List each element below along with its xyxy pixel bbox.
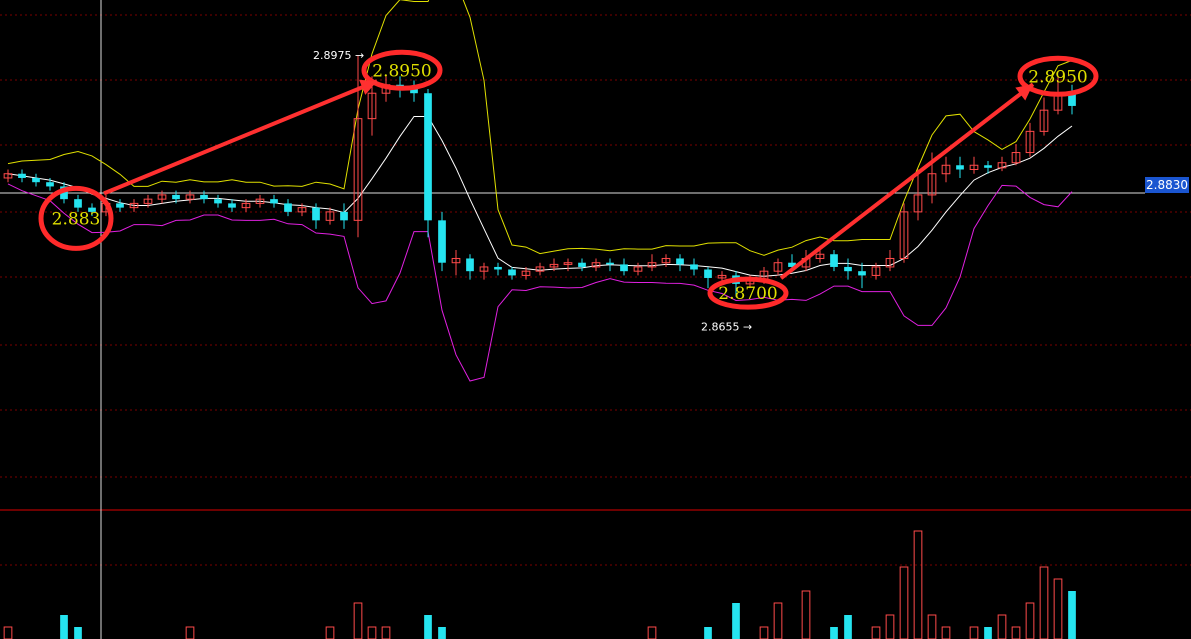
candle-body <box>74 199 82 208</box>
volume-bar <box>1011 626 1021 639</box>
volume-bar <box>913 530 923 639</box>
candle-body <box>620 264 628 272</box>
candlestick-chart: 2.883 2.8950 2.8700 2.8950 2.8975 → 2.8655 → <box>0 0 1191 639</box>
volume-bar <box>871 626 881 639</box>
annotation-label: 2.8950 <box>1028 67 1087 87</box>
candle-body <box>704 269 712 278</box>
volume-bar <box>367 626 377 639</box>
candle-body <box>340 211 348 221</box>
volume-bar <box>899 566 909 639</box>
volume-bar <box>759 626 769 639</box>
candle-body <box>956 165 964 170</box>
low-price-label: 2.8655 → <box>701 320 752 333</box>
volume-bar <box>984 627 992 639</box>
candle-body <box>830 254 838 267</box>
candle-body <box>284 203 292 212</box>
volume-bar <box>353 602 363 639</box>
volume-bar <box>438 627 446 639</box>
volume-bar <box>773 602 783 639</box>
volume-bar <box>927 614 937 639</box>
volume-bars <box>3 530 1076 639</box>
annotation-label: 2.883 <box>52 209 101 229</box>
candle-body <box>228 203 236 208</box>
volume-bar <box>997 614 1007 639</box>
volume-bar <box>801 590 811 639</box>
candle-body <box>32 177 40 183</box>
candle-body <box>858 271 866 276</box>
volume-bar <box>969 626 979 639</box>
volume-bar <box>185 626 195 639</box>
middle-ma-line <box>7 116 1073 277</box>
trend-arrow <box>779 82 1035 280</box>
candle-body <box>46 182 54 187</box>
volume-bar <box>60 615 68 639</box>
annotation-label: 2.8700 <box>718 284 777 304</box>
candle-body <box>424 93 432 221</box>
annotations: 2.883 2.8950 2.8700 2.8950 2.8975 → 2.8655 → <box>38 49 1099 333</box>
volume-bar <box>704 627 712 639</box>
candle-body <box>18 173 26 178</box>
candle-body <box>606 262 614 265</box>
volume-bar <box>1025 602 1035 639</box>
annotation-label: 2.8950 <box>372 61 431 81</box>
candle-body <box>312 207 320 221</box>
candle-body <box>116 203 124 208</box>
volume-bar <box>424 615 432 639</box>
volume-bar <box>1053 578 1063 639</box>
bollinger-bands <box>7 0 1073 382</box>
volume-bar <box>325 626 335 639</box>
volume-bar <box>1039 566 1049 639</box>
candle-body <box>270 199 278 204</box>
candle-body <box>984 165 992 168</box>
volume-bar <box>647 626 657 639</box>
volume-bar <box>885 614 895 639</box>
trend-arrow <box>103 79 378 196</box>
volume-bar <box>74 627 82 639</box>
candle-body <box>508 269 516 276</box>
candle-body <box>690 264 698 270</box>
lower-band-line <box>7 183 1073 382</box>
volume-bar <box>941 626 951 639</box>
candle-body <box>200 194 208 200</box>
high-price-label: 2.8975 → <box>313 49 364 62</box>
candle-body <box>844 266 852 272</box>
volume-bar <box>732 603 740 639</box>
candle-body <box>578 262 586 267</box>
upper-band-line <box>7 0 1073 256</box>
volume-bar <box>1068 591 1076 639</box>
candle-body <box>214 199 222 204</box>
volume-bar <box>844 615 852 639</box>
candle-body <box>466 258 474 272</box>
volume-bar <box>3 626 13 639</box>
candle-body <box>676 258 684 265</box>
candle-body <box>438 220 446 263</box>
current-price-label: 2.8830 <box>1145 177 1189 193</box>
candle-body <box>494 266 502 270</box>
candle-body <box>172 194 180 200</box>
grid-lines <box>0 0 1191 639</box>
volume-bar <box>381 626 391 639</box>
volume-bar <box>830 627 838 639</box>
